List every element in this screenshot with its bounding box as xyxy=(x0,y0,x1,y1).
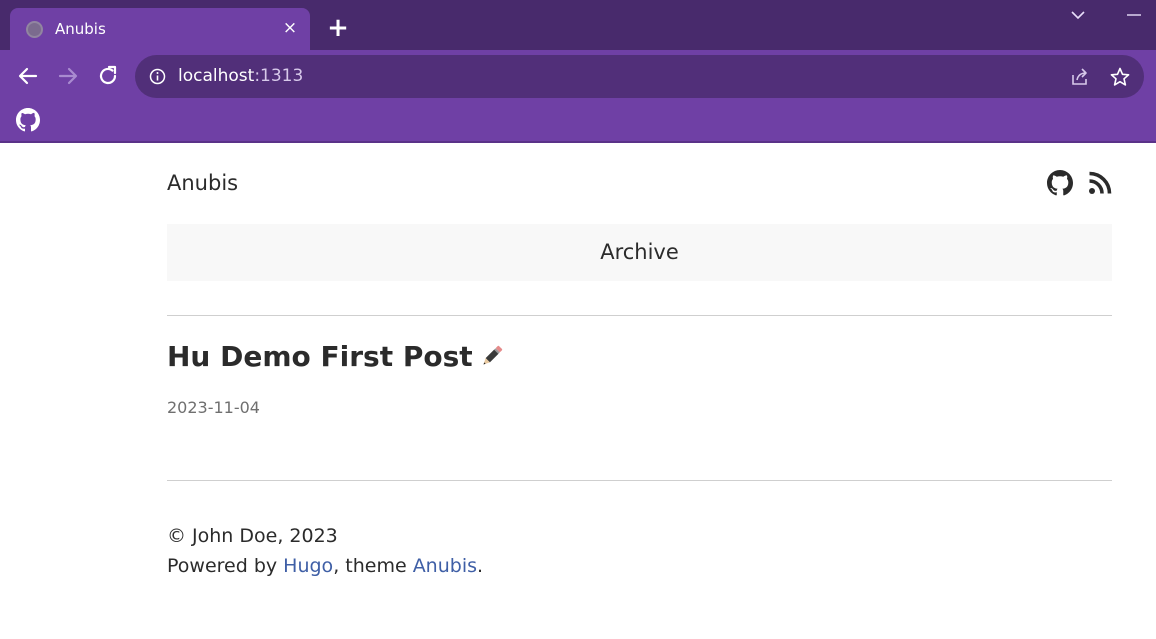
bookmarks-bar xyxy=(0,102,1156,143)
rss-icon[interactable] xyxy=(1087,170,1113,196)
hugo-link[interactable]: Hugo xyxy=(283,555,333,577)
reload-icon[interactable] xyxy=(95,63,121,89)
post-title-link[interactable]: Hu Demo First Post xyxy=(167,340,505,373)
divider xyxy=(167,480,1112,481)
post-title-text: Hu Demo First Post xyxy=(167,340,473,373)
theme-suffix: . xyxy=(477,555,484,577)
menu-item-archive[interactable]: Archive xyxy=(167,224,1112,281)
browser-tab-active[interactable]: Anubis × xyxy=(10,8,310,50)
tab-search-chevron-icon[interactable] xyxy=(1064,6,1092,28)
divider xyxy=(167,315,1112,316)
address-bar[interactable]: localhost:1313 xyxy=(135,55,1144,98)
share-icon[interactable] xyxy=(1069,66,1091,88)
tab-close-button[interactable]: × xyxy=(281,17,299,39)
tab-title: Anubis xyxy=(55,20,106,38)
url-port: :1313 xyxy=(254,66,304,86)
site-title-link[interactable]: Anubis xyxy=(167,171,238,195)
site-info-icon[interactable] xyxy=(149,68,166,85)
footer-copyright: © John Doe, 2023 xyxy=(167,525,338,547)
globe-icon xyxy=(26,21,43,38)
forward-arrow-icon[interactable] xyxy=(55,63,81,89)
powered-by-prefix: Powered by xyxy=(167,555,284,577)
main-menu: Archive xyxy=(167,224,1112,281)
post-date: 2023-11-04 xyxy=(167,398,260,417)
github-icon[interactable] xyxy=(16,108,40,132)
new-tab-button[interactable]: + xyxy=(324,13,352,43)
bookmark-star-icon[interactable] xyxy=(1109,66,1131,88)
browser-tabstrip: Anubis × + xyxy=(0,0,1156,50)
github-icon[interactable] xyxy=(1047,170,1073,196)
footer-powered-by: Powered by Hugo, theme Anubis. xyxy=(167,555,483,577)
window-minimize-button[interactable] xyxy=(1120,6,1148,28)
theme-prefix: , theme xyxy=(333,555,413,577)
pencil-icon xyxy=(479,343,505,369)
anubis-theme-link[interactable]: Anubis xyxy=(413,555,477,577)
browser-toolbar: localhost:1313 xyxy=(0,50,1156,102)
back-arrow-icon[interactable] xyxy=(15,63,41,89)
url-host: localhost xyxy=(178,66,255,86)
url-text[interactable]: localhost:1313 xyxy=(178,66,303,86)
